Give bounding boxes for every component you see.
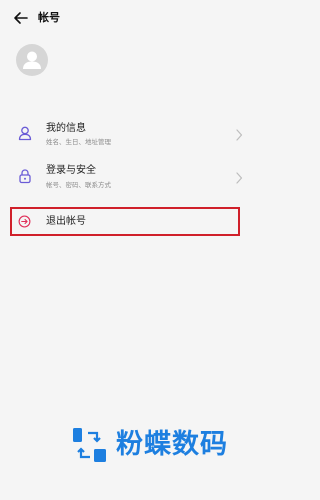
account-page: 帐号 我的信息 姓名、生日、地址管理 登录与安全 帐号、密码、联系方式 退出帐号… [0,0,259,500]
menu-item-login-security[interactable]: 登录与安全 帐号、密码、联系方式 [0,160,259,196]
default-user-icon [23,51,41,69]
arrow-circle-icon [18,215,31,228]
back-arrow-icon[interactable] [12,9,30,27]
watermark: 粉蝶数码 [70,425,250,490]
menu-item-my-info[interactable]: 我的信息 姓名、生日、地址管理 [0,118,259,154]
menu-item-title: 登录与安全 [46,165,96,176]
page-title: 帐号 [38,11,60,24]
chevron-right-icon [236,129,243,141]
person-icon [18,126,32,141]
menu-item-subtitle: 姓名、生日、地址管理 [46,138,111,146]
menu-item-subtitle: 帐号、密码、联系方式 [46,181,111,189]
top-bar: 帐号 [0,0,259,36]
avatar[interactable] [16,44,48,76]
chevron-right-icon [236,172,243,184]
logout-label: 退出帐号 [46,216,86,227]
menu-item-title: 我的信息 [46,123,86,134]
lock-icon [19,169,31,184]
watermark-text: 粉蝶数码 [116,429,228,460]
watermark-logo-icon [73,428,106,462]
logout-button[interactable]: 退出帐号 [10,207,240,236]
